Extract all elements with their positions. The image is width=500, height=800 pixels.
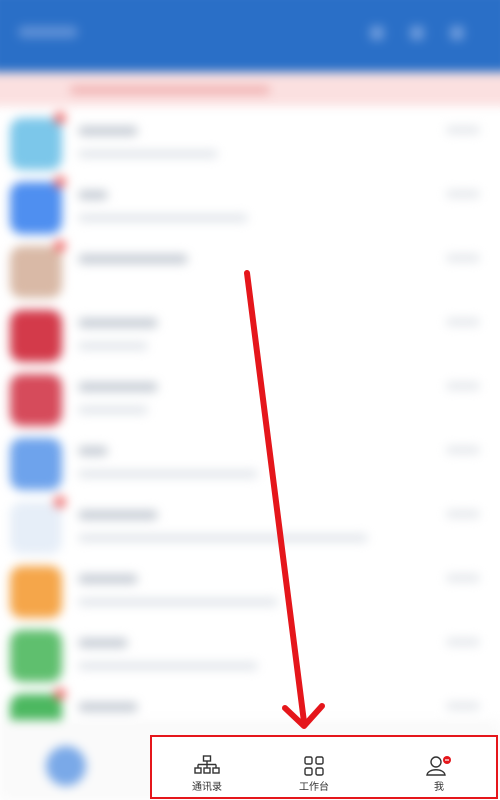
list-item[interactable] bbox=[0, 432, 500, 496]
avatar bbox=[10, 630, 62, 682]
highlighted-tab-bar: 通讯录 工作台 我 bbox=[150, 735, 498, 799]
notice-banner bbox=[0, 72, 500, 106]
tab-workbench[interactable]: 工作台 bbox=[259, 737, 369, 797]
list-item[interactable] bbox=[0, 240, 500, 304]
list-item[interactable] bbox=[0, 560, 500, 624]
list-item[interactable] bbox=[0, 624, 500, 688]
user-icon bbox=[425, 755, 453, 781]
avatar bbox=[10, 566, 62, 618]
avatar bbox=[10, 502, 62, 554]
tab-contacts[interactable]: 通讯录 bbox=[152, 737, 262, 797]
tab-me[interactable]: 我 bbox=[384, 737, 494, 797]
list-item[interactable] bbox=[0, 304, 500, 368]
tab-label: 通讯录 bbox=[192, 782, 222, 793]
avatar bbox=[10, 310, 62, 362]
avatar bbox=[10, 246, 62, 298]
app-header bbox=[0, 0, 500, 72]
grid-icon bbox=[303, 755, 325, 781]
header-title-placeholder bbox=[18, 26, 78, 38]
header-icon bbox=[410, 26, 424, 40]
avatar bbox=[10, 438, 62, 490]
avatar bbox=[10, 118, 62, 170]
avatar bbox=[10, 374, 62, 426]
org-chart-icon bbox=[194, 755, 220, 779]
list-item[interactable] bbox=[0, 496, 500, 560]
list-item[interactable] bbox=[0, 112, 500, 176]
header-icon bbox=[370, 26, 384, 40]
blurred-background bbox=[0, 0, 500, 800]
tab-label: 工作台 bbox=[299, 782, 329, 793]
tab-label: 我 bbox=[434, 782, 444, 793]
list-item[interactable] bbox=[0, 176, 500, 240]
list-item[interactable] bbox=[0, 368, 500, 432]
avatar bbox=[10, 182, 62, 234]
messages-tab-icon bbox=[46, 746, 86, 786]
header-icon bbox=[450, 26, 464, 40]
